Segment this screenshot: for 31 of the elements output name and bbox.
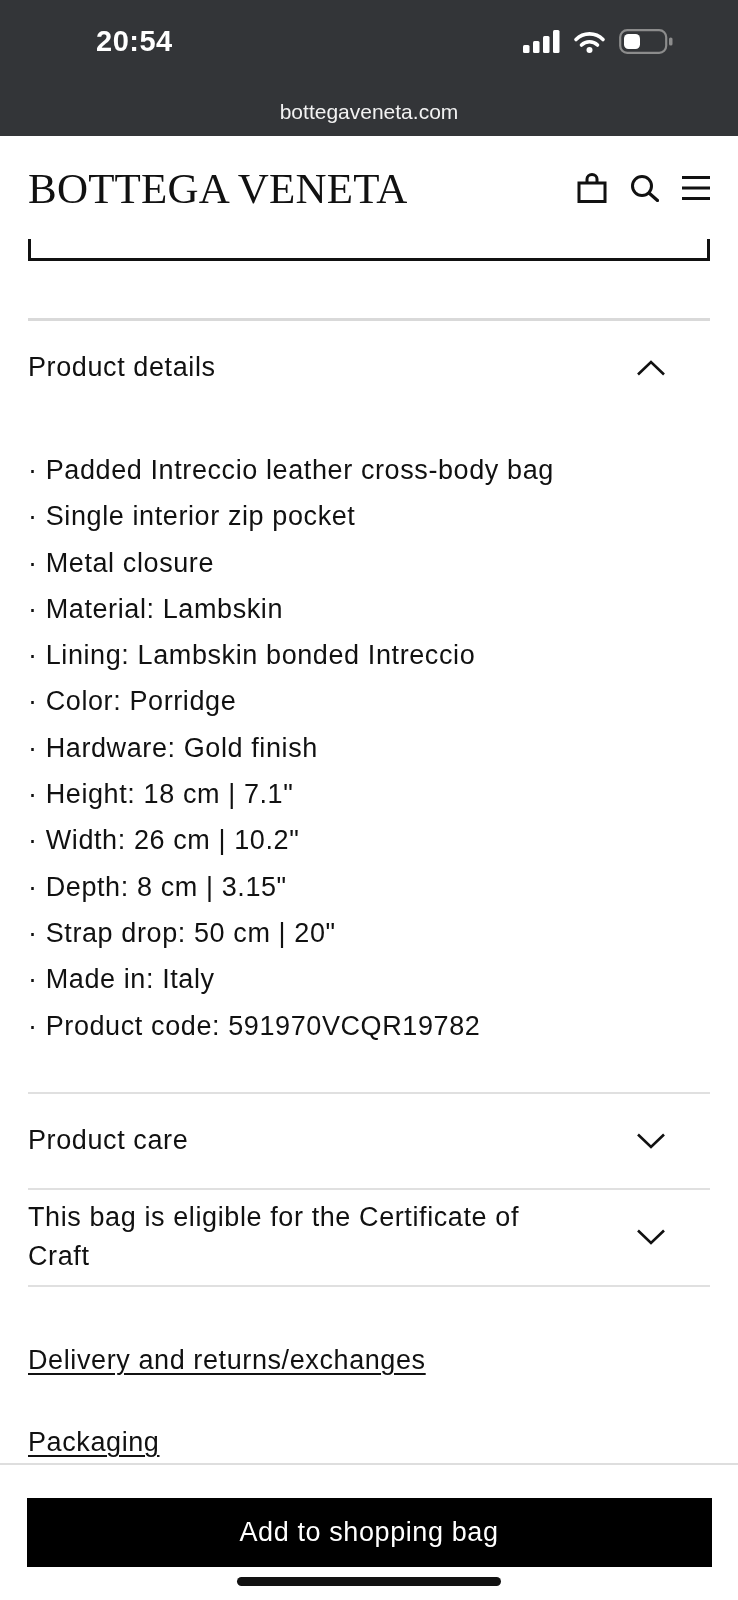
detail-item: · Hardware: Gold finish	[28, 731, 318, 765]
detail-item: · Depth: 8 cm | 3.15"	[28, 870, 287, 904]
url-label: bottegaveneta.com	[279, 99, 459, 125]
detail-item: · Height: 18 cm | 7.1"	[28, 778, 294, 812]
detail-item: · Lining: Lambskin bonded Intreccio	[28, 639, 476, 673]
signal-icon	[523, 29, 560, 53]
text-link[interactable]: Packaging	[28, 1422, 160, 1461]
detail-item: · Made in: Italy	[28, 963, 215, 997]
detail-item: · Product code: 591970VCQR19782	[28, 1009, 481, 1043]
chevron-up-icon[interactable]	[636, 360, 666, 376]
detail-item: · Metal closure	[28, 546, 215, 580]
chevron-down-icon[interactable]	[636, 1132, 666, 1149]
detail-item: · Strap drop: 50 cm | 20"	[28, 916, 336, 950]
detail-item: · Padded Intreccio leather cross-body bag	[28, 454, 554, 487]
section-title[interactable]: Product care	[28, 1121, 189, 1161]
search-icon[interactable]	[630, 174, 659, 202]
add-to-bag-button[interactable]: Add to shopping bag	[26, 1498, 712, 1567]
brand-logo[interactable]: BOTTEGA VENETA	[28, 166, 408, 212]
section-title[interactable]: This bag is eligible for the Certificate of Craft	[28, 1197, 568, 1277]
detail-item: · Width: 26 cm | 10.2"	[28, 824, 300, 858]
menu-icon[interactable]	[682, 176, 710, 200]
chevron-down-icon[interactable]	[636, 1229, 666, 1246]
detail-item: · Material: Lambskin	[28, 592, 284, 626]
status-time: 20:54	[96, 25, 173, 57]
detail-item: · Single interior zip pocket	[28, 500, 356, 534]
wifi-icon	[573, 29, 606, 53]
detail-item: · Color: Porridge	[28, 685, 237, 719]
text-link[interactable]: Delivery and returns/exchanges	[28, 1340, 426, 1379]
battery-icon	[619, 28, 673, 54]
bag-icon[interactable]	[577, 173, 607, 203]
section-title[interactable]: Product details	[28, 348, 216, 388]
